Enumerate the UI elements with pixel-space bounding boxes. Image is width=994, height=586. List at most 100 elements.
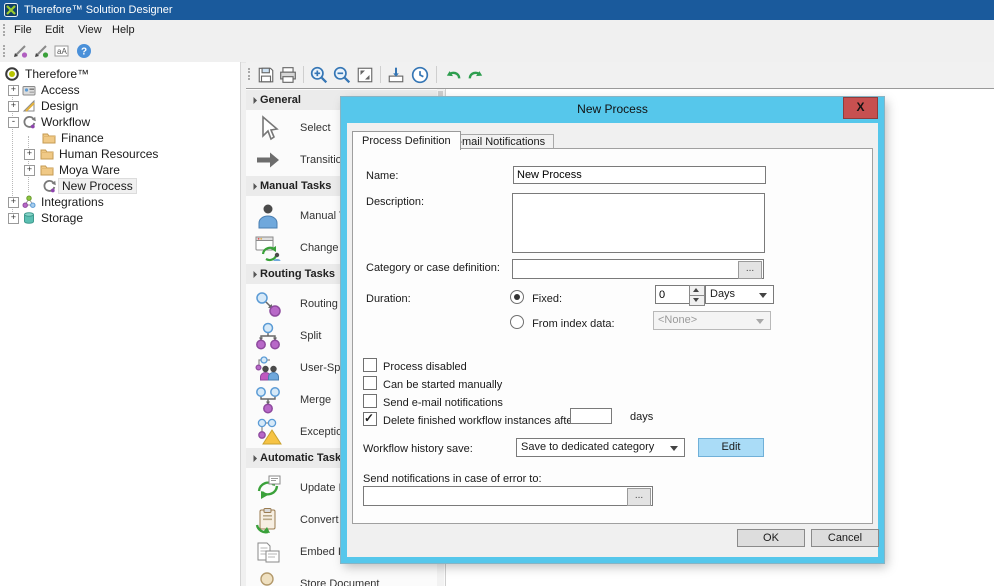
toolbox-item-label: Store Document — [300, 568, 379, 586]
menu-help[interactable]: Help — [106, 20, 141, 40]
toolbox-item-label: Exceptio — [300, 416, 342, 448]
from-index-label: From index data: — [532, 318, 615, 330]
toolbar-separator — [303, 66, 304, 83]
toolbox-item-store-document[interactable]: Store Document — [246, 568, 445, 586]
checkbox-label: Send e-mail notifications — [383, 397, 503, 409]
designer-purple-icon[interactable] — [12, 43, 28, 59]
zoom-in-icon[interactable] — [310, 66, 328, 84]
workflow-icon — [42, 179, 56, 193]
print-icon[interactable] — [279, 66, 297, 84]
collapse-triangle-icon — [250, 271, 257, 278]
title-bar: Therefore™ Solution Designer — [0, 0, 994, 20]
error-notify-label: Send notifications in case of error to: — [363, 473, 542, 485]
duration-value-input[interactable] — [655, 285, 690, 304]
toolbox-item-label: Split — [300, 320, 321, 352]
tree-expander[interactable]: + — [24, 149, 35, 160]
error-notify-input[interactable]: ... — [363, 486, 653, 506]
description-label: Description: — [366, 196, 424, 208]
tree-item-label: Integrations — [38, 194, 107, 210]
error-browse-button[interactable]: ... — [627, 488, 651, 506]
toolbox-item-label: Manual T — [300, 200, 346, 232]
checkbox-started-manually[interactable]: Can be started manually — [363, 376, 502, 391]
tree-expander[interactable]: + — [8, 197, 19, 208]
convert-task-icon — [254, 506, 282, 534]
checkbox-icon[interactable] — [363, 394, 377, 408]
dialog-title: New Process — [341, 102, 884, 116]
transition-arrow-icon — [254, 146, 282, 174]
designer-toolbar — [246, 62, 994, 89]
checkbox-process-disabled[interactable]: Process disabled — [363, 358, 467, 373]
section-title: Routing Tasks — [260, 264, 335, 284]
process-definition-page: Name: Description: Category or case defi… — [352, 148, 873, 524]
save-icon[interactable] — [257, 66, 275, 84]
localization-icon[interactable]: aA — [54, 43, 70, 59]
access-icon — [22, 83, 36, 97]
menu-view[interactable]: View — [72, 20, 108, 40]
history-value: Save to dedicated category — [521, 441, 654, 453]
section-title: Automatic Tasks — [260, 448, 347, 468]
checkbox-icon[interactable] — [363, 412, 377, 426]
routing-task-icon — [254, 290, 282, 318]
category-input[interactable]: ... — [512, 259, 764, 279]
checkbox-icon[interactable] — [363, 376, 377, 390]
checkbox-send-email[interactable]: Send e-mail notifications — [363, 394, 503, 409]
update-index-icon — [254, 474, 282, 502]
window-title: Therefore™ Solution Designer — [24, 0, 173, 20]
toolbox-item-label: Merge — [300, 384, 331, 416]
export-icon[interactable] — [387, 66, 405, 84]
edit-button[interactable]: Edit — [698, 438, 764, 457]
toolbar-separator — [380, 66, 381, 83]
history-select[interactable]: Save to dedicated category — [516, 438, 685, 457]
help-icon[interactable]: ? — [76, 43, 92, 59]
folder-icon — [40, 147, 54, 161]
name-input[interactable] — [513, 166, 766, 184]
toolbox-item-label: Change — [300, 232, 339, 264]
tab-process-definition[interactable]: Process Definition — [352, 131, 461, 150]
category-label: Category or case definition: — [366, 262, 500, 274]
tree-item-label: Finance — [58, 130, 107, 146]
close-button[interactable]: X — [843, 97, 878, 119]
category-browse-button[interactable]: ... — [738, 261, 762, 279]
checkbox-label: Delete finished workflow instances after — [383, 415, 576, 427]
manual-task-icon — [254, 202, 282, 230]
tree-expander[interactable]: + — [24, 165, 35, 176]
ok-button[interactable]: OK — [737, 529, 805, 547]
merge-task-icon — [254, 386, 282, 414]
checkbox-icon[interactable] — [363, 358, 377, 372]
tree-connector — [28, 136, 29, 192]
checkbox-delete-finished[interactable]: Delete finished workflow instances after — [363, 412, 576, 427]
menu-file[interactable]: File — [8, 20, 38, 40]
select-cursor-icon — [254, 114, 282, 142]
svg-text:aA: aA — [57, 47, 67, 56]
toolbox-item-label: Transitio — [300, 144, 342, 176]
tree-expander[interactable]: - — [8, 117, 19, 128]
tree-expander[interactable]: + — [8, 213, 19, 224]
redo-icon[interactable] — [467, 66, 485, 84]
tree-expander[interactable]: + — [8, 101, 19, 112]
history-clock-icon[interactable] — [411, 66, 429, 84]
spin-down-icon[interactable] — [689, 295, 705, 306]
fixed-radio[interactable] — [510, 290, 524, 304]
app-toolbar: aA ? — [0, 40, 994, 63]
toolbar-separator — [436, 66, 437, 83]
tree-item-label: Design — [38, 98, 81, 114]
from-index-radio[interactable] — [510, 315, 524, 329]
menu-edit[interactable]: Edit — [39, 20, 70, 40]
toolbox-item-label: Embed I — [300, 536, 341, 568]
folder-icon — [40, 163, 54, 177]
designer-green-icon[interactable] — [33, 43, 49, 59]
cancel-button[interactable]: Cancel — [811, 529, 879, 547]
duration-unit-value: Days — [710, 288, 735, 300]
duration-unit-select[interactable]: Days — [705, 285, 774, 304]
toolbar-grip — [3, 45, 8, 57]
delete-days-input[interactable] — [570, 408, 612, 424]
tree-expander[interactable]: + — [8, 85, 19, 96]
description-input[interactable] — [512, 193, 765, 253]
tree-item-label: New Process — [58, 178, 137, 194]
zoom-out-icon[interactable] — [333, 66, 351, 84]
exception-task-icon — [254, 418, 282, 446]
undo-icon[interactable] — [444, 66, 462, 84]
workflow-icon — [22, 115, 36, 129]
svg-text:?: ? — [81, 47, 87, 58]
fit-page-icon[interactable] — [356, 66, 374, 84]
